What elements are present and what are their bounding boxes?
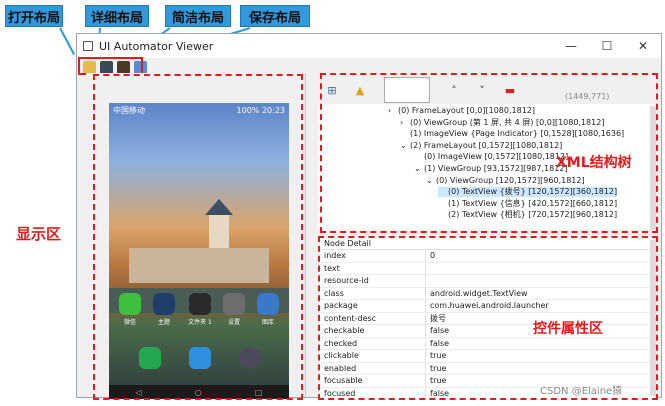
callout-save-layout: 保存布局: [240, 5, 310, 27]
app-icon: [83, 41, 93, 51]
callout-open-layout: 打开布局: [5, 5, 63, 27]
title-bar: UI Automator Viewer — ☐ ✕: [77, 34, 661, 58]
xml-tree-label: XML结构树: [556, 155, 632, 171]
callout-detail-layout: 详细布局: [85, 5, 149, 27]
close-button[interactable]: ✕: [625, 39, 661, 53]
leader-line: [59, 27, 75, 55]
properties-area-label: 控件属性区: [533, 321, 603, 337]
display-area-label: 显示区: [16, 225, 62, 243]
display-area-highlight: [93, 74, 303, 400]
properties-area-highlight: [318, 236, 658, 400]
callout-compact-layout: 简洁布局: [165, 5, 231, 27]
watermark: CSDN @Elaine猿: [540, 386, 623, 397]
maximize-button[interactable]: ☐: [589, 39, 625, 53]
minimize-button[interactable]: —: [553, 39, 589, 53]
window-title: UI Automator Viewer: [99, 39, 214, 53]
pane-divider[interactable]: [305, 73, 306, 397]
